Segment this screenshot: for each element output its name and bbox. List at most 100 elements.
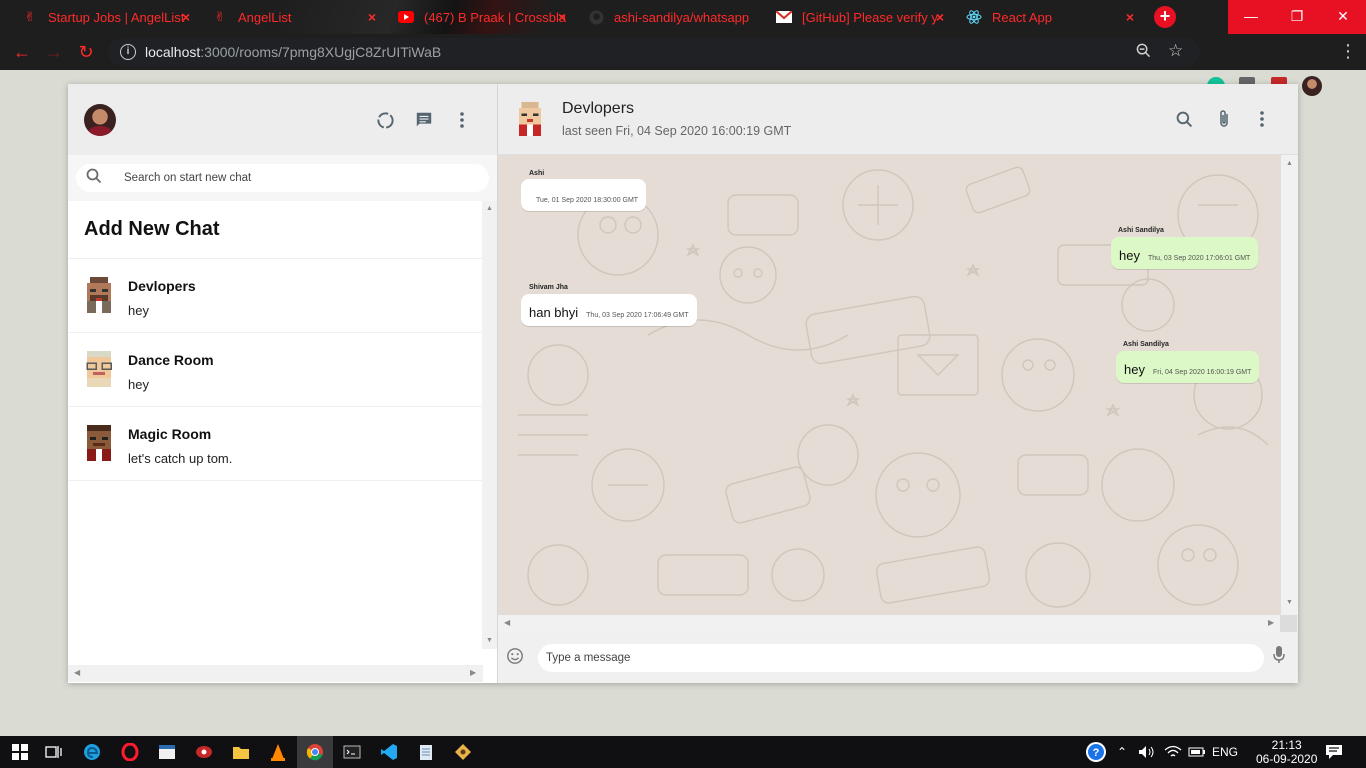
chat-name: Dance Room <box>128 352 214 368</box>
message-timestamp: Fri, 04 Sep 2020 16:00:19 GMT <box>1152 369 1252 376</box>
task-view-icon[interactable] <box>42 740 66 764</box>
notepad-icon[interactable] <box>414 740 438 764</box>
chat-horizontal-scrollbar[interactable]: ◀ ▶ <box>498 615 1280 632</box>
youtube-icon <box>398 9 414 25</box>
red-app-icon[interactable] <box>192 740 216 764</box>
scroll-right-icon[interactable]: ▶ <box>1268 618 1274 627</box>
notifications-icon[interactable] <box>1322 740 1346 764</box>
chat-scrollbar[interactable]: ▲ ▼ <box>1281 155 1298 615</box>
opera-icon[interactable] <box>118 740 142 764</box>
chat-item-dance-room[interactable]: Dance Room hey <box>68 333 482 407</box>
back-arrow-icon[interactable]: ← <box>12 42 32 63</box>
svg-text:?: ? <box>1093 747 1100 759</box>
sidebar-search <box>68 155 497 201</box>
browser-tab[interactable]: ✌ Startup Jobs | AngelList × <box>10 0 200 34</box>
sidebar-horizontal-scrollbar[interactable]: ◀ ▶ <box>68 665 483 682</box>
close-tab-icon[interactable]: × <box>368 9 376 25</box>
browser-tab[interactable]: (467) B Praak | Crossbla × <box>386 0 576 34</box>
close-tab-icon[interactable]: × <box>182 9 190 25</box>
app-window-icon[interactable] <box>155 740 179 764</box>
scroll-left-icon[interactable]: ◀ <box>504 618 510 627</box>
browser-menu-icon[interactable]: ⋮ <box>1338 41 1358 62</box>
windows-start-icon[interactable] <box>8 740 32 764</box>
url-text: localhost:3000/rooms/7pmg8XUgjC8ZrUITiWa… <box>145 44 442 60</box>
site-info-icon[interactable]: i <box>120 44 136 60</box>
language-indicator[interactable]: ENG <box>1212 736 1238 768</box>
chevron-up-icon[interactable]: ⌃ <box>1110 740 1134 764</box>
more-options-icon[interactable] <box>1252 109 1272 129</box>
angellist-icon: ✌ <box>214 9 226 24</box>
avatar[interactable] <box>84 103 116 136</box>
more-options-icon[interactable] <box>452 110 472 130</box>
chat-icon[interactable] <box>414 110 434 130</box>
browser-toolbar: ← → ↻ i localhost:3000/rooms/7pmg8XUgjC8… <box>0 34 1366 96</box>
profile-avatar-icon[interactable] <box>1302 76 1322 96</box>
message-input-wrapper <box>538 643 1264 672</box>
message-bubble-received: Tue, 01 Sep 2020 18:30:00 GMT <box>521 179 647 211</box>
file-explorer-icon[interactable] <box>229 740 253 764</box>
message-sender: Ashi Sandilya <box>1123 341 1169 348</box>
status-icon[interactable] <box>375 110 395 130</box>
browser-tab[interactable]: ✌ AngelList × <box>200 0 386 34</box>
room-avatar[interactable] <box>516 102 544 136</box>
zoom-icon[interactable] <box>1136 43 1151 62</box>
help-icon[interactable]: ? <box>1084 740 1108 764</box>
forward-arrow-icon[interactable]: → <box>44 42 64 63</box>
close-tab-icon[interactable]: × <box>1126 9 1134 25</box>
message-sender: Ashi Sandilya <box>1118 227 1164 234</box>
scroll-right-icon[interactable]: ▶ <box>470 668 476 677</box>
browser-tab[interactable]: [GitHub] Please verify y × <box>764 0 954 34</box>
add-new-chat-button[interactable]: Add New Chat <box>68 201 482 259</box>
close-tab-icon[interactable]: × <box>936 9 944 25</box>
emoji-icon[interactable] <box>506 647 528 669</box>
close-window-button[interactable]: ✕ <box>1320 0 1366 34</box>
system-clock[interactable]: 21:13 06-09-2020 <box>1256 738 1317 766</box>
search-icon[interactable] <box>1174 109 1194 129</box>
message-bubble-sent: hey Fri, 04 Sep 2020 16:00:19 GMT <box>1116 351 1260 383</box>
browser-tab-active[interactable]: React App × <box>954 0 1144 34</box>
message-timestamp: Thu, 03 Sep 2020 17:06:01 GMT <box>1147 255 1251 262</box>
bookmark-star-icon[interactable]: ☆ <box>1168 41 1183 61</box>
reload-icon[interactable]: ↻ <box>76 42 96 63</box>
last-seen-text: last seen Fri, 04 Sep 2020 16:00:19 GMT <box>562 124 792 138</box>
scroll-left-icon[interactable]: ◀ <box>74 668 80 677</box>
chat-last-message: hey <box>128 377 149 392</box>
scroll-up-icon[interactable]: ▲ <box>486 205 493 212</box>
chrome-icon[interactable] <box>297 736 333 768</box>
volume-icon[interactable] <box>1135 740 1159 764</box>
clock-date: 06-09-2020 <box>1256 752 1318 766</box>
scroll-down-icon[interactable]: ▼ <box>486 637 493 644</box>
close-tab-icon[interactable]: × <box>558 9 566 25</box>
chat-last-message: hey <box>128 303 149 318</box>
attach-icon[interactable] <box>1214 109 1234 129</box>
scroll-up-icon[interactable]: ▲ <box>1286 160 1293 167</box>
sidebar-scrollbar[interactable]: ▲ ▼ <box>482 201 497 649</box>
message-composer <box>498 632 1297 683</box>
vlc-icon[interactable] <box>266 740 290 764</box>
scroll-down-icon[interactable]: ▼ <box>1286 599 1293 606</box>
chat-wallpaper <box>518 166 1269 608</box>
browser-tab-bar: ✌ Startup Jobs | AngelList × ✌ AngelList… <box>0 0 1366 34</box>
address-bar[interactable]: i localhost:3000/rooms/7pmg8XUgjC8ZrUITi… <box>108 38 1200 66</box>
terminal-icon[interactable] <box>340 740 364 764</box>
chat-item-magic-room[interactable]: Magic Room let's catch up tom. <box>68 407 482 481</box>
chat-header: Devlopers last seen Fri, 04 Sep 2020 16:… <box>498 84 1298 155</box>
maximize-button[interactable]: ❐ <box>1274 0 1320 34</box>
message-timestamp: Tue, 01 Sep 2020 18:30:00 GMT <box>536 197 639 204</box>
battery-icon[interactable] <box>1185 740 1209 764</box>
minimize-button[interactable]: — <box>1228 0 1274 34</box>
wifi-icon[interactable] <box>1161 740 1185 764</box>
microphone-icon[interactable] <box>1273 646 1291 669</box>
search-box <box>76 164 489 192</box>
message-input[interactable] <box>546 651 1246 664</box>
chat-name: Devlopers <box>128 278 196 294</box>
new-tab-button[interactable]: + <box>1154 6 1176 28</box>
browser-tab[interactable]: ashi-sandilya/whatsapp <box>576 0 764 34</box>
sidebar-header <box>68 84 497 155</box>
search-input[interactable] <box>124 172 464 184</box>
chat-item-devlopers[interactable]: Devlopers hey <box>68 259 482 333</box>
git-tool-icon[interactable] <box>451 740 475 764</box>
edge-icon[interactable] <box>80 740 104 764</box>
clock-time: 21:13 <box>1271 738 1302 752</box>
vscode-icon[interactable] <box>377 740 401 764</box>
